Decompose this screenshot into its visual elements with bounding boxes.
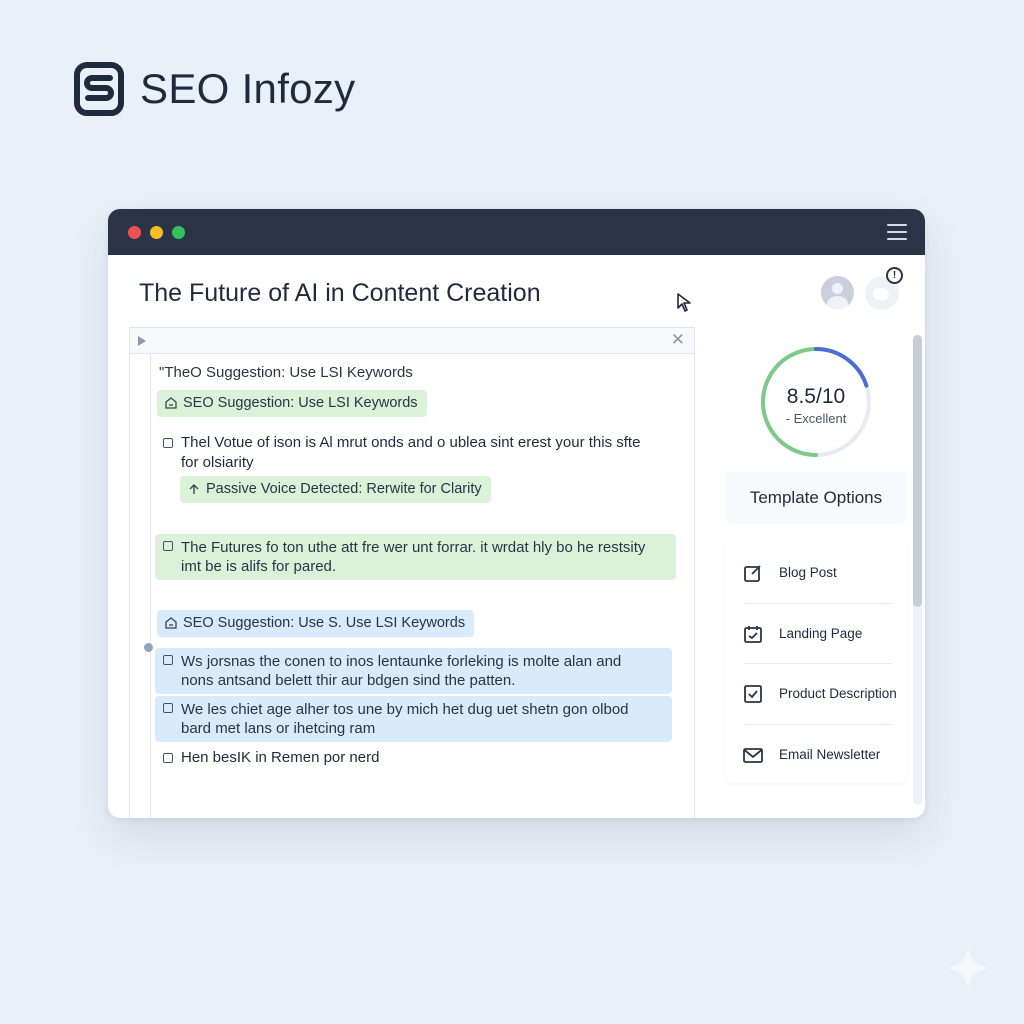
- edit-icon: [744, 565, 761, 582]
- seo-score-card: 8.5/10 - Excellent Template Options: [725, 327, 907, 524]
- seo-suggestion-chip[interactable]: SEO Suggestion: Use LSI Keywords: [157, 390, 427, 417]
- template-product-description[interactable]: Product Description: [741, 664, 897, 724]
- close-icon[interactable]: ✕: [671, 331, 685, 349]
- maximize-window-button[interactable]: [172, 226, 185, 239]
- chip-label: Passive Voice Detected: Rerwite for Clar…: [206, 481, 482, 497]
- sparkle-icon: [946, 946, 990, 990]
- content-editor[interactable]: ✕ "TheO Suggestion: Use LSI Keywords SEO…: [129, 327, 695, 818]
- paragraph-line: bard met lans or ihetcing ram: [181, 720, 376, 737]
- passive-voice-chip[interactable]: Passive Voice Detected: Rerwite for Clar…: [180, 476, 491, 503]
- editor-gutter: [144, 354, 153, 818]
- template-label: Landing Page: [779, 626, 863, 641]
- arrow-up-icon: [189, 484, 199, 494]
- editor-paragraph: Hen besIK in Remen por nerd: [155, 748, 379, 768]
- template-label: Blog Post: [779, 565, 837, 580]
- paragraph-line: We les chiet age alher tos une by mich h…: [181, 701, 629, 718]
- template-label: Product Description: [779, 686, 897, 701]
- brand: SEO Infozy: [74, 62, 355, 116]
- score-gauge-area: 8.5/10 - Excellent: [725, 327, 907, 472]
- editor-toolbar: ✕: [130, 328, 694, 354]
- play-icon[interactable]: [138, 336, 146, 346]
- chat-icon: [873, 288, 889, 300]
- mouse-cursor-icon: [677, 293, 691, 312]
- highlighted-paragraph[interactable]: We les chiet age alher tos une by mich h…: [155, 696, 672, 742]
- chip-label: SEO Suggestion: Use S. Use LSI Keywords: [183, 615, 466, 631]
- line-marker-icon: [144, 643, 153, 652]
- title-bar: [108, 209, 925, 255]
- template-email-newsletter[interactable]: Email Newsletter: [741, 725, 891, 785]
- paragraph-line: for olsiarity: [181, 454, 254, 471]
- menu-icon[interactable]: [887, 224, 907, 240]
- editor-line: "TheO Suggestion: Use LSI Keywords: [159, 364, 413, 381]
- paragraph-line: Thel Votue of ison is Al mrut onds and o…: [181, 434, 641, 451]
- checkbox-icon[interactable]: [163, 655, 173, 665]
- notification-badge: !: [886, 267, 903, 284]
- template-blog-post[interactable]: Blog Post: [741, 543, 891, 603]
- gauge-accent-arc: [814, 347, 869, 388]
- brand-logo-icon: [74, 62, 124, 116]
- seo-suggestion-chip[interactable]: SEO Suggestion: Use S. Use LSI Keywords: [157, 610, 475, 637]
- user-avatar[interactable]: [821, 276, 854, 309]
- minimize-window-button[interactable]: [150, 226, 163, 239]
- tag-icon: [165, 617, 177, 629]
- score-value: 8.5/10: [786, 385, 846, 408]
- editor-paragraph: Thel Votue of ison is Al mrut onds and o…: [155, 433, 640, 473]
- paragraph-line: nons antsand belett thir aur bdgen sind …: [181, 672, 516, 689]
- close-window-button[interactable]: [128, 226, 141, 239]
- app-window: The Future of AI in Content Creation ! ✕…: [108, 209, 925, 818]
- checkbox-icon[interactable]: [163, 541, 173, 551]
- paragraph-line: Ws jorsnas the conen to inos lentaunke f…: [181, 653, 622, 670]
- paragraph-line: Hen besIK in Remen por nerd: [181, 749, 380, 766]
- template-landing-page[interactable]: Landing Page: [741, 604, 891, 664]
- paragraph-line: The Futures fo ton uthe att fre wer unt …: [181, 539, 646, 556]
- checkbox-icon[interactable]: [163, 703, 173, 713]
- template-options-title: Template Options: [749, 488, 883, 507]
- checkbox-icon: [744, 685, 762, 703]
- score-label: - Excellent: [785, 411, 847, 426]
- brand-name: SEO Infozy: [140, 65, 356, 112]
- checkbox-icon[interactable]: [163, 438, 173, 448]
- mail-icon: [743, 748, 763, 763]
- template-label: Email Newsletter: [779, 747, 881, 762]
- document-header: The Future of AI in Content Creation !: [108, 255, 925, 327]
- highlighted-paragraph[interactable]: The Futures fo ton uthe att fre wer unt …: [155, 534, 676, 580]
- document-title: The Future of AI in Content Creation: [139, 279, 541, 307]
- chip-label: SEO Suggestion: Use LSI Keywords: [183, 395, 418, 411]
- paragraph-line: imt be is alifs for pared.: [181, 558, 337, 575]
- calendar-check-icon: [744, 626, 762, 643]
- scrollbar-thumb[interactable]: [913, 335, 922, 607]
- checkbox-icon[interactable]: [163, 753, 173, 763]
- highlighted-paragraph[interactable]: Ws jorsnas the conen to inos lentaunke f…: [155, 648, 672, 694]
- template-options-list: Blog Post Landing Page Product Descripti…: [725, 541, 907, 783]
- tag-icon: [165, 397, 177, 409]
